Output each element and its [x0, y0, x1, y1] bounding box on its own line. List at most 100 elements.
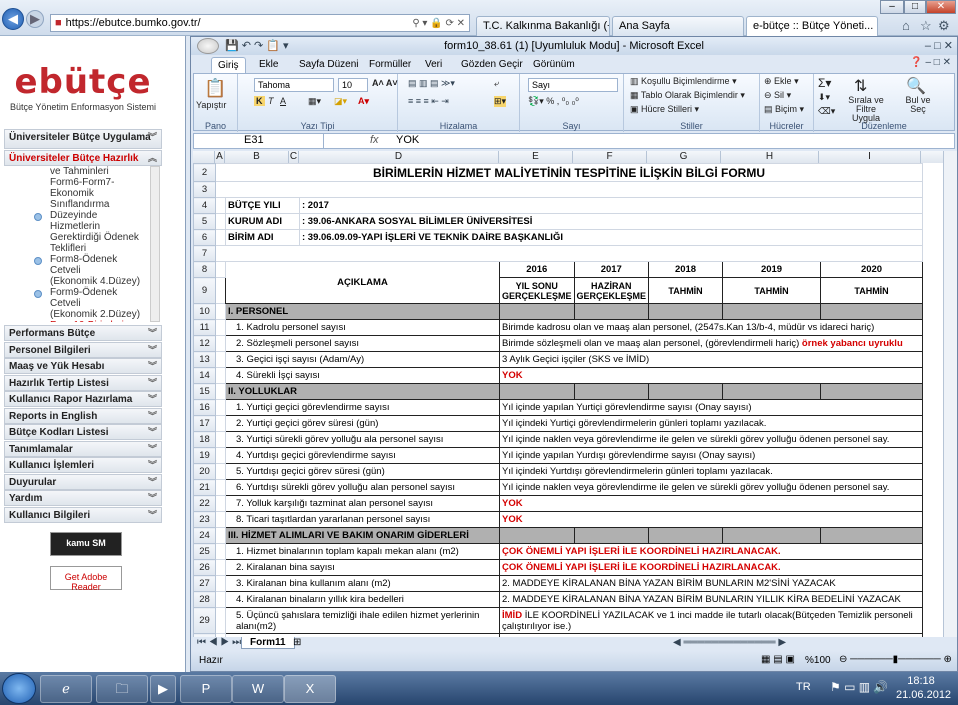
conditional-format-button[interactable]: ▥ Koşullu Biçimlendirme ▾ — [630, 76, 737, 87]
nav-subitem[interactable]: Form6-Form7- — [4, 177, 150, 188]
row-number[interactable]: 5 — [193, 213, 216, 230]
nav-subitem[interactable]: Teklifleri — [4, 243, 150, 254]
row-note[interactable]: 3 Aylık Geçici işçiler (SKS ve İMİD) — [498, 351, 924, 368]
underline-button[interactable]: A — [280, 96, 286, 106]
row-description[interactable]: 1. Kadrolu personel sayısı — [225, 319, 500, 336]
bold-button[interactable]: K — [254, 96, 265, 106]
format-cells-button[interactable]: ▤ Biçim ▾ — [764, 104, 804, 115]
section-cell[interactable] — [573, 527, 650, 544]
column-header[interactable]: G — [647, 151, 721, 163]
row-note[interactable]: İMİD İLE KOORDİNELİ YAZILACAK ve 1 inci … — [498, 607, 924, 634]
office-button-icon[interactable] — [197, 38, 219, 54]
nav-section[interactable]: Personel Bilgileri ︾ — [4, 341, 162, 358]
clock-date[interactable]: 21.06.2012 — [896, 689, 951, 701]
nav-section[interactable]: Performans Bütçe ︾ — [4, 325, 162, 341]
browser-tab-1[interactable]: T.C. Kalkınma Bakanlığı (+... — [476, 16, 610, 36]
row-number[interactable]: 17 — [193, 415, 216, 432]
word-taskbar-icon[interactable]: W — [232, 675, 284, 703]
border-icon[interactable]: ▦▾ — [308, 96, 321, 107]
section-cell[interactable] — [722, 383, 822, 400]
row-description[interactable]: 8. Ticari taşıtlardan yararlanan persone… — [225, 511, 500, 528]
nav-section-hazirlik[interactable]: Üniversiteler Bütçe Hazırlık ︽ — [4, 150, 162, 166]
column-header[interactable]: F — [573, 151, 647, 163]
empty-cell[interactable] — [214, 181, 924, 198]
adobe-reader-badge[interactable]: Get Adobe Reader — [50, 566, 122, 592]
row-note[interactable]: Yıl içinde naklen veya görevlendirme ile… — [498, 431, 924, 448]
row-number[interactable]: 19 — [193, 447, 216, 464]
row-number[interactable]: 20 — [193, 463, 216, 480]
autosum-icon[interactable]: Σ▾ — [818, 76, 831, 90]
row-description[interactable]: 3. Kiralanan bina kullanım alanı (m2) — [225, 575, 500, 592]
row-number[interactable]: 16 — [193, 399, 216, 416]
column-header[interactable]: H — [721, 151, 819, 163]
nav-section[interactable]: Kullanıcı Bilgileri ︾ — [4, 506, 162, 523]
view-buttons-icon[interactable]: ▦ ▤ ▣ — [761, 654, 795, 665]
row-note[interactable]: 2. MADDEYE KİRALANAN BİNA YAZAN BİRİM BU… — [498, 591, 924, 608]
nav-section[interactable]: Kullanıcı Rapor Hazırlama ︾ — [4, 391, 162, 407]
row-description[interactable]: 3. Yurtiçi sürekli görev yolluğu ala per… — [225, 431, 500, 448]
row-note[interactable]: Yıl içinde yapılan Yurtiçi görevlendirme… — [498, 399, 924, 416]
explorer-taskbar-icon[interactable]: 🗀 — [96, 675, 148, 703]
row-description[interactable]: 5. Yurtdışı geçici görev süresi (gün) — [225, 463, 500, 480]
info-label[interactable]: KURUM ADI — [225, 213, 300, 230]
sheet-tab-form11[interactable]: Form11 — [241, 637, 295, 649]
row-number[interactable]: 13 — [193, 351, 216, 368]
media-taskbar-icon[interactable]: ▶ — [150, 675, 176, 703]
hscroll-icon[interactable]: ◀ ═════════════ ▶ — [673, 637, 786, 648]
section-header[interactable]: II. YOLLUKLAR — [225, 383, 500, 400]
column-header[interactable]: D — [299, 151, 499, 163]
kamu-sm-badge[interactable]: kamu SM — [50, 532, 122, 556]
row-note[interactable]: Yıl içinde yapılan Yurdışı görevlendirme… — [498, 447, 924, 464]
function-icon[interactable]: fx — [370, 134, 379, 146]
row-description[interactable]: 2. Kiralanan bina sayısı — [225, 559, 500, 576]
row-note[interactable]: Yıl içinde naklen veya görevlendirme ile… — [498, 479, 924, 496]
section-cell[interactable] — [573, 303, 650, 320]
year-header[interactable]: 2019 — [722, 261, 822, 278]
row-note[interactable]: YOK — [498, 367, 924, 384]
fill-icon[interactable]: ⬇▾ — [818, 92, 830, 103]
row-number[interactable]: 10 — [193, 303, 216, 320]
row-description[interactable]: 4. Sürekli İşçi sayısı — [225, 367, 500, 384]
row-description[interactable]: 4. Yurtdışı geçici görevlendirme sayısı — [225, 447, 500, 464]
row-number[interactable]: 8 — [193, 261, 216, 278]
row-number[interactable]: 14 — [193, 367, 216, 384]
zoom-slider[interactable]: ⊖ ──────▮────── ⊕ — [839, 654, 952, 665]
section-cell[interactable] — [499, 527, 575, 544]
gear-icon[interactable]: ⚙ — [938, 18, 950, 34]
section-cell[interactable] — [820, 527, 924, 544]
find-icon[interactable]: 🔍 — [906, 76, 926, 96]
row-description[interactable]: 1. Hizmet binalarının toplam kapalı meka… — [225, 543, 500, 560]
row-number[interactable]: 25 — [193, 543, 216, 560]
favorites-star-icon[interactable]: ☆ — [920, 18, 932, 34]
nav-section[interactable]: Duyurular ︾ — [4, 473, 162, 490]
italic-button[interactable]: T — [268, 96, 274, 106]
help-icon[interactable]: ❓ – □ ✕ — [910, 57, 951, 68]
nav-subitem[interactable]: Gerektirdiği Ödenek — [4, 232, 150, 243]
row-number[interactable]: 29 — [193, 607, 216, 634]
sort-filter-icon[interactable]: ⇅ — [854, 76, 867, 96]
font-name-select[interactable]: Tahoma — [254, 78, 334, 92]
nav-subitem[interactable]: Ekonomik Sınıflandırma — [4, 188, 150, 210]
year-header[interactable]: 2020 — [820, 261, 924, 278]
column-subheader[interactable]: HAZİRAN GERÇEKLEŞME — [573, 277, 650, 304]
excel-taskbar-icon[interactable]: X — [284, 675, 336, 703]
section-cell[interactable] — [648, 383, 724, 400]
row-description[interactable]: 1. Yurtiçi geçici görevlendirme sayısı — [225, 399, 500, 416]
nav-section[interactable]: Tanımlamalar ︾ — [4, 440, 162, 457]
delete-cells-button[interactable]: ⊖ Sil ▾ — [764, 90, 791, 101]
form-title[interactable]: BİRİMLERİN HİZMET MALİYETİNİN TESPİTİNE … — [214, 163, 924, 182]
quick-access-icons[interactable]: 💾 ↶ ↷ 📋 ▾ — [225, 37, 289, 55]
search-icon[interactable]: ⚲ ▾ 🔒 ⟳ ✕ — [412, 18, 465, 29]
language-indicator[interactable]: TR — [796, 681, 811, 693]
row-description[interactable]: 3. Geçici işçi sayısı (Adam/Ay) — [225, 351, 500, 368]
forward-icon[interactable]: ▶ — [26, 10, 44, 28]
empty-cell[interactable] — [214, 245, 924, 262]
nav-section[interactable]: Kullanıcı İşlemleri ︾ — [4, 457, 162, 473]
font-color-icon[interactable]: A▾ — [358, 96, 369, 107]
nav-subitem[interactable]: (Ekonomik 2.Düzey) — [4, 309, 150, 320]
maximize-icon[interactable]: □ — [904, 0, 926, 14]
start-button-icon[interactable] — [2, 673, 36, 704]
info-label[interactable]: BİRİM ADI — [225, 229, 300, 246]
nav-subitem[interactable]: (Ekonomik 4.Düzey) — [4, 276, 150, 287]
wrap-text-icon[interactable]: ⤶ — [494, 78, 499, 89]
